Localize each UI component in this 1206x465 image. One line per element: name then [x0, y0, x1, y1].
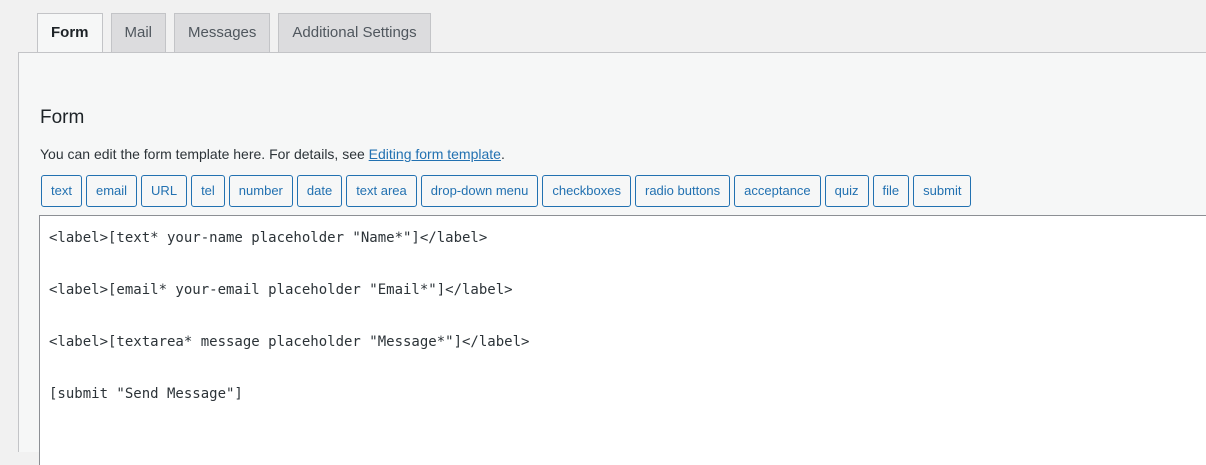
tag-button-quiz[interactable]: quiz — [824, 175, 869, 207]
tag-button-radio-buttons[interactable]: radio buttons — [635, 175, 731, 207]
tag-button-submit[interactable]: submit — [913, 175, 972, 207]
tag-button-date[interactable]: date — [296, 175, 343, 207]
code-line-message: <label>[textarea* message placeholder "M… — [49, 334, 530, 350]
form-panel: Form You can edit the form template here… — [18, 52, 1206, 465]
tab-mail[interactable]: Mail — [110, 13, 167, 53]
tag-button-text[interactable]: text — [41, 175, 82, 207]
tab-messages[interactable]: Messages — [174, 13, 271, 53]
tag-button-tel[interactable]: tel — [191, 175, 225, 207]
editing-form-template-link[interactable]: Editing form template — [369, 146, 501, 162]
section-title: Form — [40, 107, 85, 128]
tag-button-number[interactable]: number — [228, 175, 293, 207]
code-line-email: <label>[email* your-email placeholder "E… — [49, 282, 513, 298]
tag-button-dropdown-menu[interactable]: drop-down menu — [420, 175, 539, 207]
tab-bar: Form Mail Messages Additional Settings — [37, 13, 431, 54]
tag-button-textarea[interactable]: text area — [346, 175, 417, 207]
tag-button-email[interactable]: email — [85, 175, 138, 207]
tag-generator-bar: text email URL tel number date text area… — [41, 175, 972, 207]
code-line-name: <label>[text* your-name placeholder "Nam… — [49, 230, 488, 246]
description-suffix: . — [500, 146, 505, 162]
tag-button-url[interactable]: URL — [141, 175, 188, 207]
tab-form[interactable]: Form — [37, 13, 103, 54]
code-line-submit: [submit "Send Message"] — [49, 386, 243, 402]
tab-additional-settings[interactable]: Additional Settings — [278, 13, 431, 53]
section-description: You can edit the form template here. For… — [40, 146, 505, 162]
tag-button-file[interactable]: file — [872, 175, 910, 207]
description-text: You can edit the form template here. For… — [40, 146, 369, 162]
tag-button-checkboxes[interactable]: checkboxes — [542, 175, 631, 207]
tag-button-acceptance[interactable]: acceptance — [734, 175, 821, 207]
form-template-editor[interactable]: <label>[text* your-name placeholder "Nam… — [39, 215, 1206, 465]
